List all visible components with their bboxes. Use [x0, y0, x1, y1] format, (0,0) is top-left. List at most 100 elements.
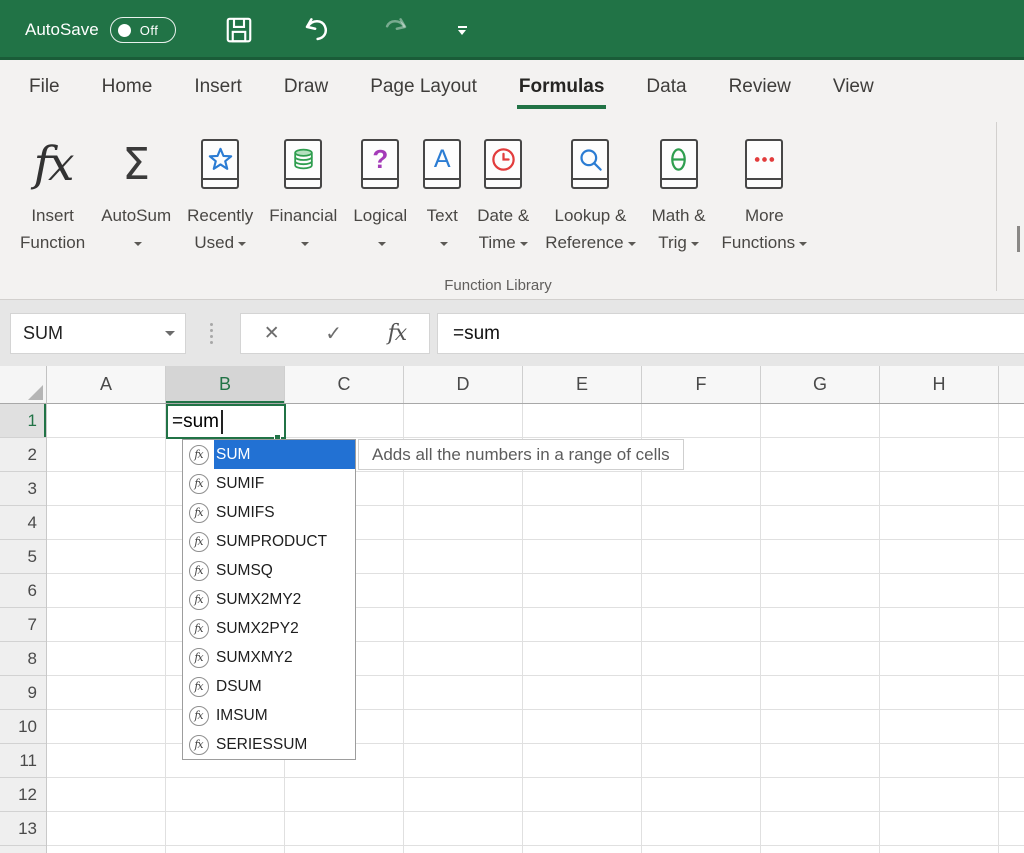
- column-header-F[interactable]: F: [642, 366, 761, 403]
- column-header-E[interactable]: E: [523, 366, 642, 403]
- tab-page-layout[interactable]: Page Layout: [349, 60, 498, 114]
- autocomplete-item-dsum[interactable]: fxDSUM: [183, 672, 355, 701]
- customize-toolbar-caret-icon: [458, 26, 467, 35]
- tab-formulas[interactable]: Formulas: [498, 60, 626, 114]
- autocomplete-item-sumifs[interactable]: fxSUMIFS: [183, 498, 355, 527]
- column-header-row: ABCDEFGH: [47, 366, 1024, 404]
- ribbon-button-financial[interactable]: Financial: [261, 126, 345, 256]
- ribbon-button-recently-used[interactable]: RecentlyUsed: [179, 126, 261, 256]
- autosave-toggle[interactable]: Off: [110, 17, 176, 43]
- autocomplete-item-sumxmy2[interactable]: fxSUMXMY2: [183, 643, 355, 672]
- formula-bar-value: =sum: [453, 323, 500, 345]
- formula-bar-drag-handle[interactable]: [204, 313, 218, 354]
- chevron-down-icon: [378, 242, 386, 246]
- fx-circle-icon: fx: [183, 701, 214, 730]
- autocomplete-item-sumsq[interactable]: fxSUMSQ: [183, 556, 355, 585]
- customize-quick-access-toolbar-button[interactable]: [458, 26, 467, 35]
- name-box[interactable]: SUM: [10, 313, 186, 354]
- row-header-5[interactable]: 5: [0, 540, 46, 574]
- ribbon-button-text[interactable]: AText: [415, 126, 469, 256]
- column-header-D[interactable]: D: [404, 366, 523, 403]
- redo-icon: [380, 15, 410, 45]
- fx-circle-icon: fx: [183, 498, 214, 527]
- save-button[interactable]: [224, 15, 254, 45]
- ribbon-tab-bar: FileHomeInsertDrawPage LayoutFormulasDat…: [0, 60, 1024, 114]
- tab-review[interactable]: Review: [708, 60, 812, 114]
- row-header-10[interactable]: 10: [0, 710, 46, 744]
- active-cell-value: =sum: [172, 411, 219, 433]
- column-header-A[interactable]: A: [47, 366, 166, 403]
- function-tooltip: Adds all the numbers in a range of cells: [358, 439, 684, 470]
- worksheet: ABCDEFGH 12345678910111213 =sum fxSUMfxS…: [0, 366, 1024, 853]
- tab-draw[interactable]: Draw: [263, 60, 349, 114]
- ribbon-group-label: Function Library: [0, 277, 996, 294]
- formula-bar-buttons: ✕ ✓ fx: [240, 313, 430, 354]
- chevron-down-icon: [301, 242, 309, 246]
- formula-bar-input[interactable]: =sum: [437, 313, 1024, 354]
- tab-file[interactable]: File: [8, 60, 81, 114]
- ribbon-button-logical[interactable]: ?Logical: [345, 126, 415, 256]
- select-all-button[interactable]: [0, 366, 47, 404]
- tab-view[interactable]: View: [812, 60, 895, 114]
- tab-data[interactable]: Data: [625, 60, 707, 114]
- clipped-next-group-fragment: [1017, 226, 1020, 252]
- fx-circle-icon: fx: [183, 730, 214, 759]
- column-header-C[interactable]: C: [285, 366, 404, 403]
- ribbon-button-more-functions[interactable]: MoreFunctions: [713, 126, 815, 256]
- row-header-3[interactable]: 3: [0, 472, 46, 506]
- ribbon-button-autosum[interactable]: ΣAutoSum: [93, 126, 179, 256]
- row-header-2[interactable]: 2: [0, 438, 46, 472]
- select-all-triangle-icon: [28, 385, 43, 400]
- column-header-G[interactable]: G: [761, 366, 880, 403]
- fx-circle-icon: fx: [183, 527, 214, 556]
- tab-home[interactable]: Home: [81, 60, 174, 114]
- ribbon-button-math-trig[interactable]: Math &Trig: [644, 126, 714, 256]
- row-header-7[interactable]: 7: [0, 608, 46, 642]
- enter-icon[interactable]: ✓: [325, 321, 342, 346]
- autosave-state-label: Off: [140, 23, 159, 38]
- row-header-13[interactable]: 13: [0, 812, 46, 846]
- fx-circle-icon: fx: [183, 440, 214, 469]
- autocomplete-item-sum[interactable]: fxSUM: [183, 440, 355, 469]
- ribbon-button-insert-function[interactable]: fxInsertFunction: [12, 126, 93, 256]
- chevron-down-icon: [520, 242, 528, 246]
- math-trig-icon: [660, 126, 698, 202]
- active-cell-B1[interactable]: =sum: [166, 404, 286, 439]
- ribbon-button-date-time[interactable]: Date &Time: [469, 126, 537, 256]
- fx-circle-icon: fx: [183, 556, 214, 585]
- column-header-H[interactable]: H: [880, 366, 999, 403]
- redo-button[interactable]: [380, 15, 410, 45]
- autocomplete-item-imsum[interactable]: fxIMSUM: [183, 701, 355, 730]
- autocomplete-item-sumif[interactable]: fxSUMIF: [183, 469, 355, 498]
- autocomplete-item-sumx2py2[interactable]: fxSUMX2PY2: [183, 614, 355, 643]
- autosave-toggle-knob: [118, 24, 131, 37]
- function-library-group: fxInsertFunctionΣAutoSumRecentlyUsedFina…: [12, 126, 815, 256]
- autosave-label: AutoSave: [25, 20, 99, 40]
- row-header-6[interactable]: 6: [0, 574, 46, 608]
- ribbon: fxInsertFunctionΣAutoSumRecentlyUsedFina…: [0, 114, 1024, 300]
- logical-icon: ?: [361, 126, 399, 202]
- column-header-partial: [999, 366, 1024, 403]
- row-header-1[interactable]: 1: [0, 404, 46, 438]
- tab-insert[interactable]: Insert: [173, 60, 263, 114]
- name-box-value: SUM: [23, 323, 63, 344]
- undo-button[interactable]: [302, 15, 332, 45]
- row-header-9[interactable]: 9: [0, 676, 46, 710]
- row-header-12[interactable]: 12: [0, 778, 46, 812]
- autosum-icon: Σ: [122, 126, 150, 202]
- row-header-4[interactable]: 4: [0, 506, 46, 540]
- save-icon: [224, 15, 254, 45]
- insert-function-icon[interactable]: fx: [388, 321, 407, 346]
- ribbon-button-lookup-reference[interactable]: Lookup &Reference: [537, 126, 643, 256]
- row-header-8[interactable]: 8: [0, 642, 46, 676]
- column-header-B[interactable]: B: [166, 366, 285, 403]
- row-header-11[interactable]: 11: [0, 744, 46, 778]
- autocomplete-item-sumproduct[interactable]: fxSUMPRODUCT: [183, 527, 355, 556]
- autocomplete-item-sumx2my2[interactable]: fxSUMX2MY2: [183, 585, 355, 614]
- cancel-icon[interactable]: ✕: [264, 322, 280, 345]
- title-bar: AutoSave Off: [0, 0, 1024, 60]
- fx-circle-icon: fx: [183, 469, 214, 498]
- autocomplete-item-seriessum[interactable]: fxSERIESSUM: [183, 730, 355, 759]
- name-box-caret-icon[interactable]: [165, 331, 175, 336]
- ribbon-group-separator: [996, 122, 997, 291]
